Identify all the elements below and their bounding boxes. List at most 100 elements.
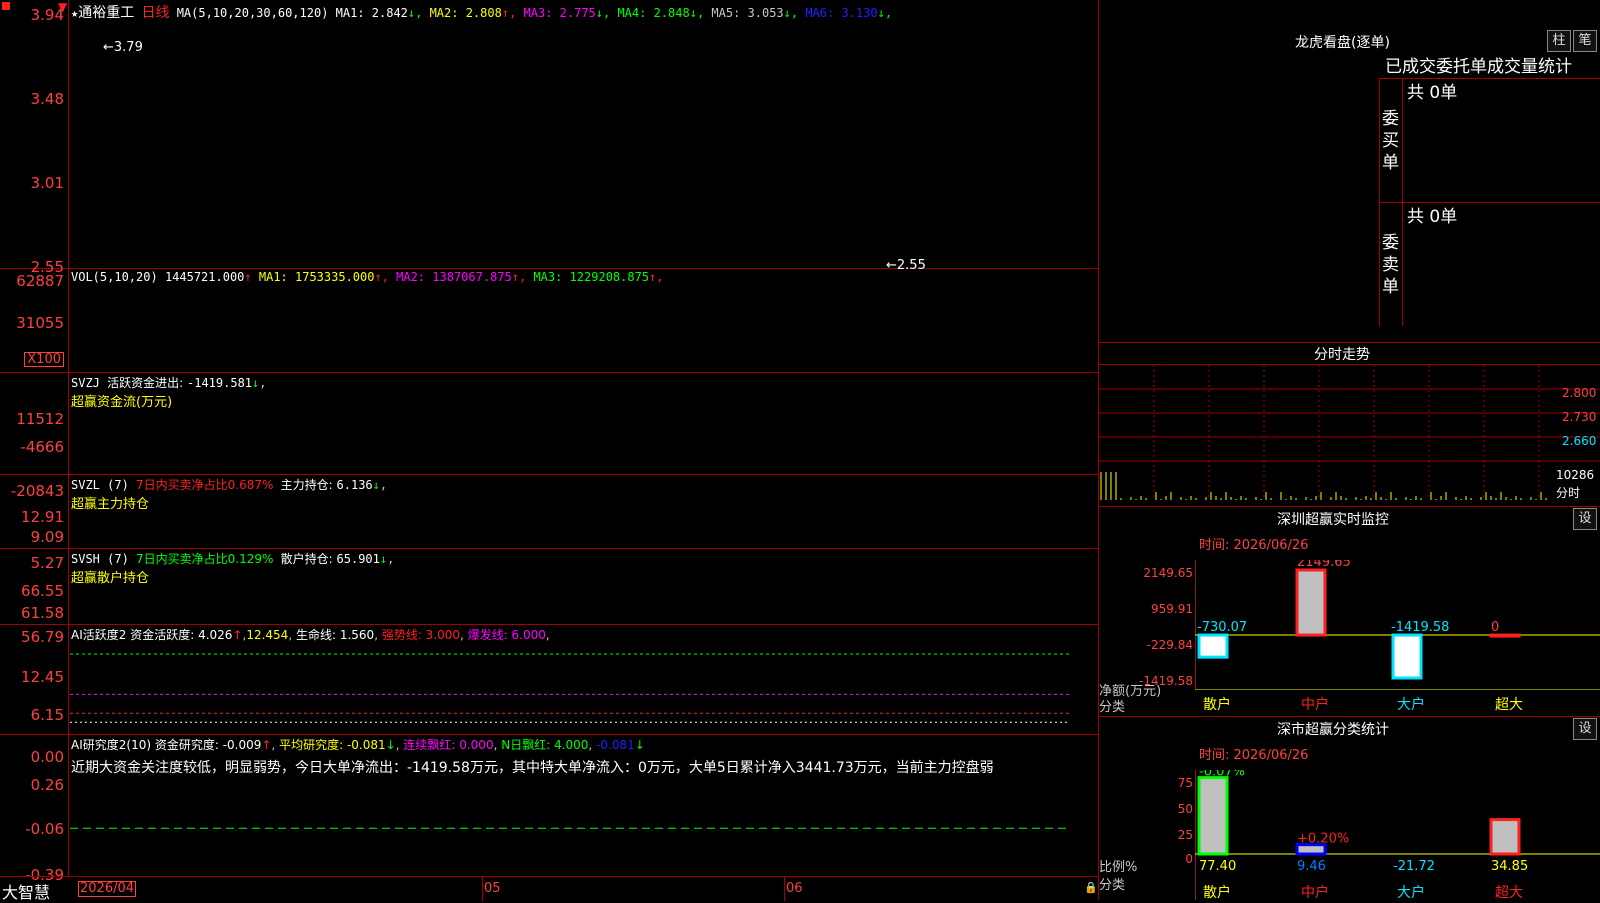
date-divider	[784, 877, 785, 901]
volume-pane: 62887 31055 X100 VOL(5,10,20) 1445721.00…	[0, 268, 1098, 373]
kline-chart[interactable]	[70, 0, 1098, 268]
classstat-bar	[1489, 818, 1521, 856]
svzl-chart[interactable]	[70, 474, 1098, 548]
ytick: 12.91	[21, 508, 64, 526]
classstat-ytick: 25	[1177, 828, 1193, 842]
monitor-bar	[1197, 633, 1229, 659]
intraday-price-tick: 2.800	[1562, 386, 1597, 400]
svzj-pane: 11512 -4666 -20843 SVZJ 活跃资金进出: -1419.58…	[0, 372, 1098, 499]
classstat-ylabel: 比例%	[1099, 860, 1138, 875]
kline-pane: 3.94 3.48 3.01 2.55 ▼ ★通裕重工 日线 MA(5,10,2…	[0, 0, 1098, 275]
classstat-change-label: -0.07%	[1199, 770, 1245, 780]
classstat-chart[interactable]: 77.40 -0.07% 9.46 +0.20% -21.72 34.85	[1195, 770, 1600, 900]
ytick: 12.45	[21, 668, 64, 686]
volume-chart[interactable]	[70, 268, 1098, 372]
monitor-chart[interactable]: -730.07 2149.65 -1419.58 0	[1195, 560, 1600, 690]
high-label: ←3.79	[103, 40, 143, 55]
classstat-time: 时间: 2026/06/26	[1199, 748, 1309, 763]
date-tick: 2026/04	[78, 881, 137, 897]
classstat-change-label: +0.20%	[1297, 832, 1349, 847]
classstat-settings-button[interactable]: 设	[1573, 718, 1597, 740]
classstat-value-label: 34.85	[1491, 859, 1528, 874]
volume-unit: X100	[24, 352, 64, 367]
intraday-price-tick: 2.660	[1562, 434, 1597, 448]
menu-icon[interactable]	[2, 2, 10, 10]
monitor-category: 超大	[1495, 697, 1523, 713]
date-axis: 大智慧 2026/04 05 06 🔒	[0, 876, 1098, 902]
lock-icon[interactable]: 🔒	[1084, 881, 1098, 894]
buy-rows: 共 0单	[1402, 78, 1600, 202]
ytick: 11512	[16, 410, 64, 428]
classstat-ytick: 0	[1185, 852, 1193, 866]
svsh-pane: 66.55 61.58 56.79 SVSH (7) 7日内买卖净占比0.129…	[0, 548, 1098, 645]
date-tick: 06	[786, 881, 803, 896]
monitor-category: 散户	[1203, 697, 1231, 713]
monitor-bar	[1489, 633, 1521, 638]
buy-total: 共 0单	[1407, 83, 1458, 103]
monitor-ytick: -229.84	[1146, 638, 1193, 652]
ytick: -0.06	[25, 820, 64, 838]
monitor-xlabel: 分类	[1099, 700, 1126, 715]
ytick: 6.15	[30, 706, 64, 724]
ytick: 3.01	[30, 174, 64, 192]
classstat-category: 中户	[1301, 885, 1329, 901]
classstat-value-label: 9.46	[1297, 859, 1326, 874]
ai-research-pane: 0.26 -0.06 -0.39 AI研究度2(10) 资金研究度: -0.00…	[0, 734, 1098, 883]
svsh-y-axis: 66.55 61.58 56.79	[0, 548, 69, 645]
ai-research-chart[interactable]	[70, 734, 1098, 876]
classstat-category: 散户	[1203, 885, 1231, 901]
classstat-value-label: 77.40	[1199, 859, 1236, 874]
divider	[1099, 716, 1600, 717]
stat-tab-title[interactable]: 已成交委托单成交量统计	[1385, 52, 1572, 77]
intraday-chart[interactable]	[1099, 365, 1600, 505]
ai-activity-pane: 12.45 6.15 0.00 AI活跃度2 资金活跃度: 4.026↑,12.…	[0, 624, 1098, 765]
ytick: 66.55	[21, 582, 64, 600]
sell-total: 共 0单	[1407, 207, 1458, 227]
buy-side-label: 委买单	[1382, 109, 1399, 173]
intraday-title: 分时走势	[1314, 347, 1370, 363]
svzl-y-axis: 12.91 9.09 5.27	[0, 474, 69, 571]
ai-activity-chart[interactable]	[70, 624, 1098, 734]
ytick: 9.09	[30, 528, 64, 546]
svzj-chart[interactable]	[70, 372, 1098, 474]
monitor-ytick: 2149.65	[1143, 566, 1193, 580]
kline-y-axis: 3.94 3.48 3.01 2.55	[0, 0, 69, 275]
bar-view-button[interactable]: 柱	[1547, 30, 1571, 52]
monitor-category: 中户	[1301, 697, 1329, 713]
svsh-chart[interactable]	[70, 548, 1098, 624]
monitor-title: 深圳超赢实时监控	[1277, 512, 1389, 528]
monitor-category: 大户	[1397, 697, 1425, 713]
classstat-category: 大户	[1397, 885, 1425, 901]
ytick: 0.26	[30, 776, 64, 794]
tick-view-button[interactable]: 笔	[1573, 30, 1597, 52]
monitor-bar	[1295, 568, 1327, 637]
ytick: 61.58	[21, 604, 64, 622]
date-divider	[482, 877, 483, 901]
ytick: -4666	[20, 438, 64, 456]
ai-activity-y-axis: 12.45 6.15 0.00	[0, 624, 69, 765]
sell-side-label: 委卖单	[1382, 233, 1399, 297]
classstat-xlabel: 分类	[1099, 878, 1126, 893]
classstat-ytick: 50	[1177, 802, 1193, 816]
classstat-ytick: 75	[1177, 776, 1193, 790]
classstat-title: 深市超赢分类统计	[1277, 722, 1389, 738]
monitor-value-label: 2149.65	[1297, 560, 1351, 570]
ytick: 31055	[16, 314, 64, 332]
monitor-bar	[1391, 633, 1423, 680]
panel-title: 龙虎看盘(逐单)	[1295, 35, 1390, 51]
intraday-volume-tick: 10286	[1556, 468, 1595, 482]
intraday-price-tick: 2.730	[1562, 410, 1597, 424]
dropdown-icon[interactable]: ▼	[58, 0, 67, 14]
date-tick: 05	[484, 881, 501, 896]
monitor-ytick: 959.91	[1151, 602, 1193, 616]
app-logo: 大智慧	[2, 883, 51, 902]
volume-y-axis: 62887 31055 X100	[0, 268, 69, 372]
ytick: 62887	[16, 272, 64, 290]
classstat-category: 超大	[1495, 885, 1523, 901]
monitor-settings-button[interactable]: 设	[1573, 508, 1597, 530]
divider	[1099, 506, 1600, 507]
sell-rows: 共 0单	[1402, 202, 1600, 326]
monitor-time: 时间: 2026/06/26	[1199, 538, 1309, 553]
classstat-value-label: -21.72	[1393, 859, 1435, 874]
divider	[1099, 342, 1600, 343]
